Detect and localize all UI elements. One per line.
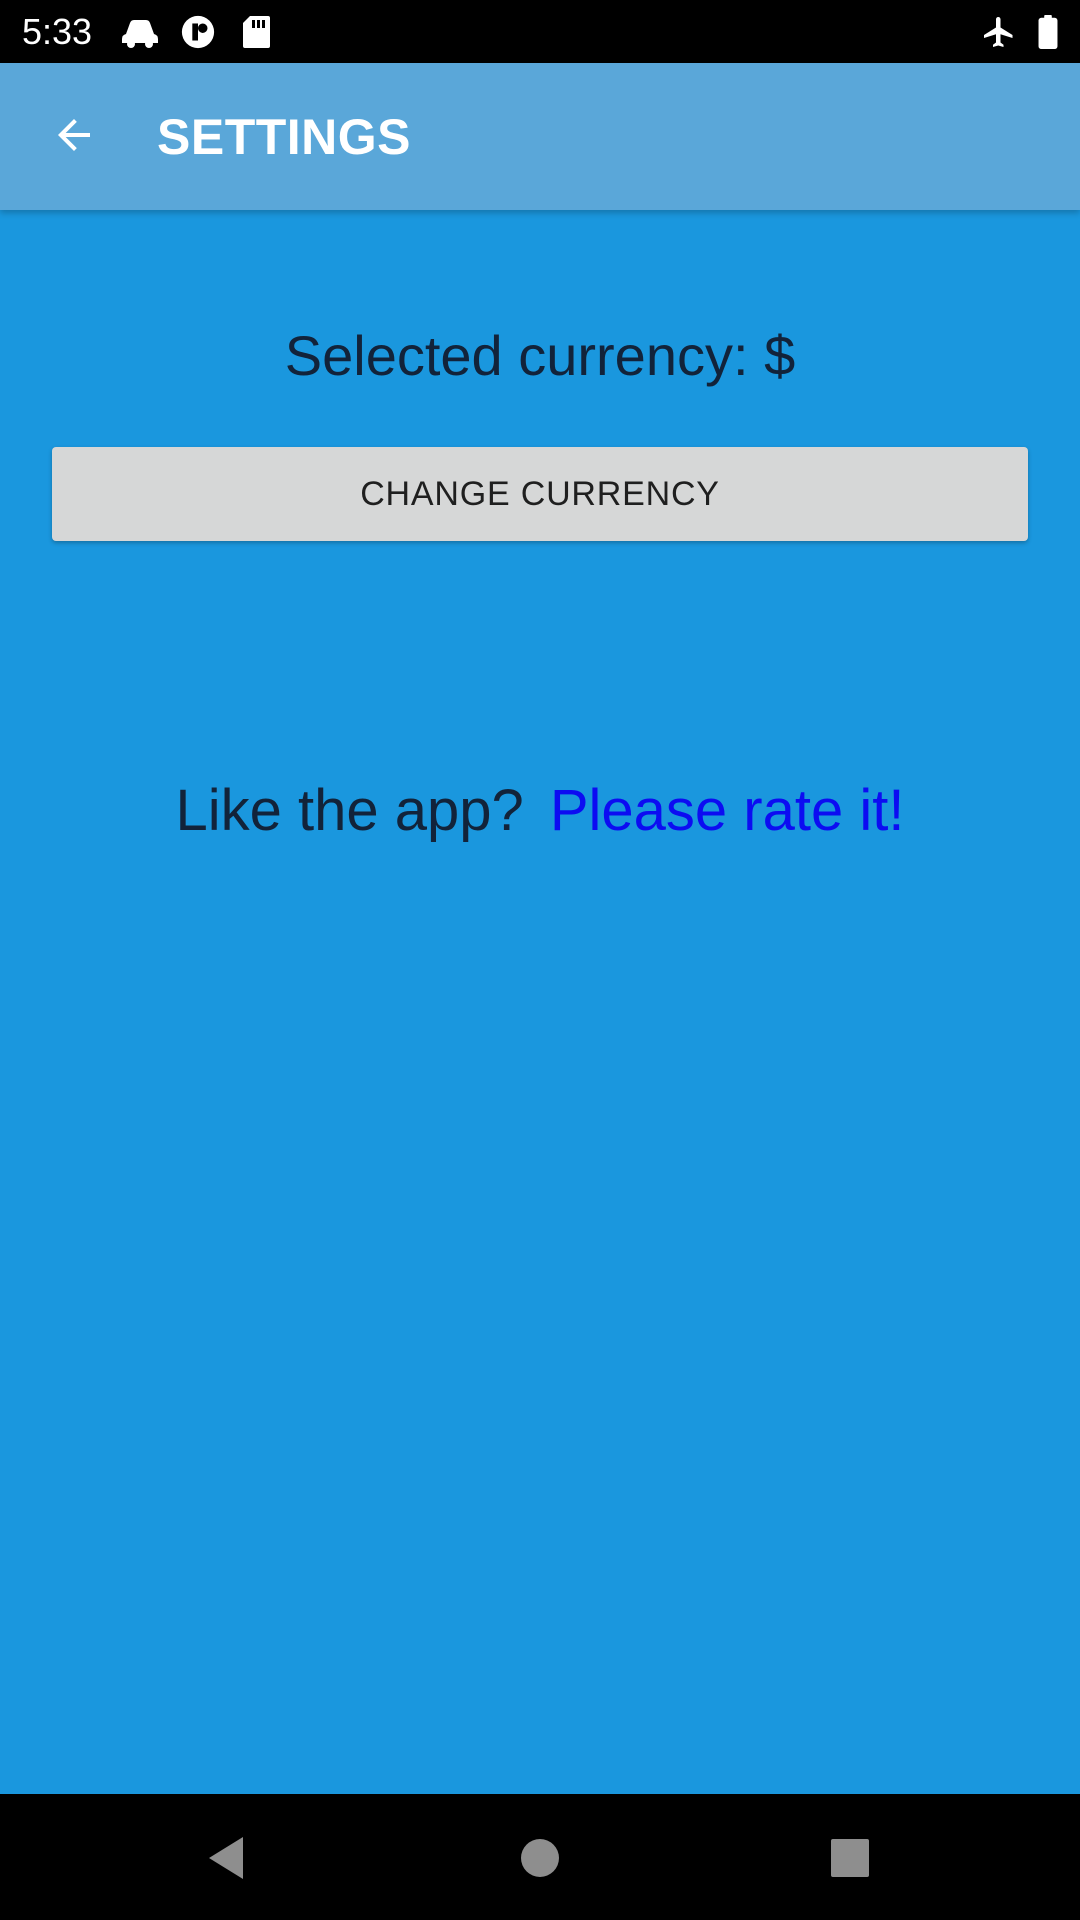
- rate-app-link[interactable]: Please rate it!: [550, 778, 905, 843]
- arrow-back-icon: [58, 119, 90, 151]
- change-currency-button[interactable]: CHANGE CURRENCY: [52, 447, 1028, 541]
- rate-prompt-text: Like the app?: [175, 778, 524, 843]
- nav-home-button[interactable]: [504, 1822, 576, 1894]
- home-circle-icon: [521, 1839, 559, 1877]
- navigation-bar: [0, 1794, 1080, 1920]
- nav-back-button[interactable]: [190, 1822, 262, 1894]
- nav-recents-button[interactable]: [814, 1822, 886, 1894]
- status-bar: 5:33: [0, 0, 1080, 63]
- app-bar: SETTINGS: [0, 63, 1080, 210]
- car-icon: [122, 20, 158, 48]
- airplane-mode-icon: [984, 17, 1013, 47]
- sync-app-icon: [181, 15, 215, 49]
- battery-icon: [1038, 14, 1058, 50]
- back-button[interactable]: [34, 95, 114, 175]
- selected-currency-label: Selected currency: $: [284, 324, 796, 387]
- sd-card-icon: [243, 16, 270, 48]
- rate-app-line: Like the app? Please rate it!: [0, 776, 1080, 846]
- back-triangle-icon: [209, 1837, 243, 1879]
- status-time: 5:33: [22, 11, 93, 52]
- page-title: SETTINGS: [157, 109, 412, 165]
- recents-square-icon: [831, 1839, 869, 1877]
